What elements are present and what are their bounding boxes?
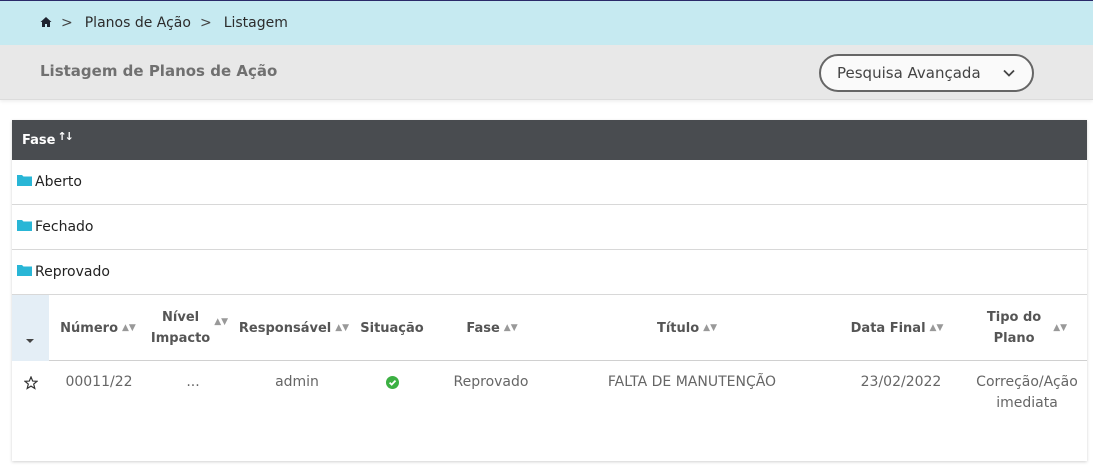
advanced-search-button[interactable]: Pesquisa Avançada (819, 54, 1034, 92)
group-by-label: Fase (22, 132, 56, 148)
breadcrumb-item-listagem: Listagem (223, 15, 288, 31)
sort-icon: ▲▼ (703, 322, 718, 333)
sort-icon: ▲▼ (122, 322, 136, 333)
column-header-situacao: Situação (357, 295, 427, 361)
title-bar: Listagem de Planos de Ação Pesquisa Avan… (0, 45, 1093, 100)
grid-card: Fase ↑↓ Aberto Fechado Reprovado Número ▲… (12, 120, 1087, 461)
sort-icon[interactable]: ↑↓ (57, 130, 74, 143)
star-icon[interactable] (24, 376, 38, 390)
column-label: Responsável (238, 320, 332, 336)
advanced-search-label: Pesquisa Avançada (837, 64, 981, 82)
folder-icon (17, 220, 32, 231)
home-icon[interactable] (40, 16, 52, 28)
folder-icon (17, 175, 32, 186)
column-label: Título (656, 320, 700, 336)
cell-numero: 00011/22 (65, 374, 133, 390)
column-header-nivel-impacto[interactable]: Nível Impacto ▲▼ (147, 295, 232, 361)
caret-down-icon (26, 339, 34, 343)
page-title: Listagem de Planos de Ação (40, 62, 278, 80)
column-label: Fase (466, 320, 500, 336)
sort-icon: ▲▼ (929, 322, 944, 333)
column-label: Tipo do Plano (986, 310, 1042, 346)
breadcrumb-item-planos[interactable]: Planos de Ação (85, 15, 191, 31)
column-header-responsavel[interactable]: Responsável ▲▼ (238, 295, 350, 361)
column-header-numero[interactable]: Número ▲▼ (54, 295, 142, 361)
group-label: Reprovado (35, 264, 110, 280)
group-row-reprovado[interactable]: Reprovado (12, 250, 1087, 295)
breadcrumb: > Planos de Ação > Listagem (0, 1, 1093, 45)
cell-fase: Reprovado (453, 374, 529, 390)
breadcrumb-separator: > (199, 15, 212, 31)
column-label: Situação (360, 320, 424, 336)
folder-icon (17, 265, 32, 276)
group-row-aberto[interactable]: Aberto (12, 160, 1087, 205)
column-header-data-final[interactable]: Data Final ▲▼ (847, 295, 947, 361)
column-header-tipo-plano[interactable]: Tipo do Plano ▲▼ (977, 295, 1077, 361)
sort-icon: ▲▼ (1053, 322, 1068, 333)
cell-titulo: FALTA DE MANUTENÇÃO (607, 374, 777, 390)
group-label: Fechado (35, 219, 94, 235)
cell-data-final: 23/02/2022 (860, 374, 942, 390)
breadcrumb-separator: > (61, 15, 73, 31)
column-header-fase[interactable]: Fase ▲▼ (447, 295, 537, 361)
chevron-down-icon (1003, 69, 1015, 77)
column-header-titulo[interactable]: Título ▲▼ (632, 295, 742, 361)
check-circle-icon (386, 376, 399, 389)
column-label: Número (60, 320, 118, 336)
column-label: Data Final (850, 320, 926, 336)
cell-tipo-plano: Correção/Ação imediata (976, 374, 1078, 411)
select-column-header[interactable] (12, 295, 49, 361)
cell-responsavel: admin (275, 374, 319, 390)
group-label: Aberto (35, 174, 82, 190)
sort-icon: ▲▼ (503, 322, 518, 333)
sort-icon: ▲▼ (214, 316, 229, 327)
column-label: Nível Impacto (150, 310, 211, 346)
group-by-header[interactable]: Fase ↑↓ (12, 120, 1087, 160)
cell-nivel-impacto: ... (186, 374, 200, 390)
table-header: Número ▲▼ Nível Impacto ▲▼ Responsável ▲▼ Si… (12, 295, 1087, 361)
sort-icon: ▲▼ (335, 322, 350, 333)
group-row-fechado[interactable]: Fechado (12, 205, 1087, 250)
